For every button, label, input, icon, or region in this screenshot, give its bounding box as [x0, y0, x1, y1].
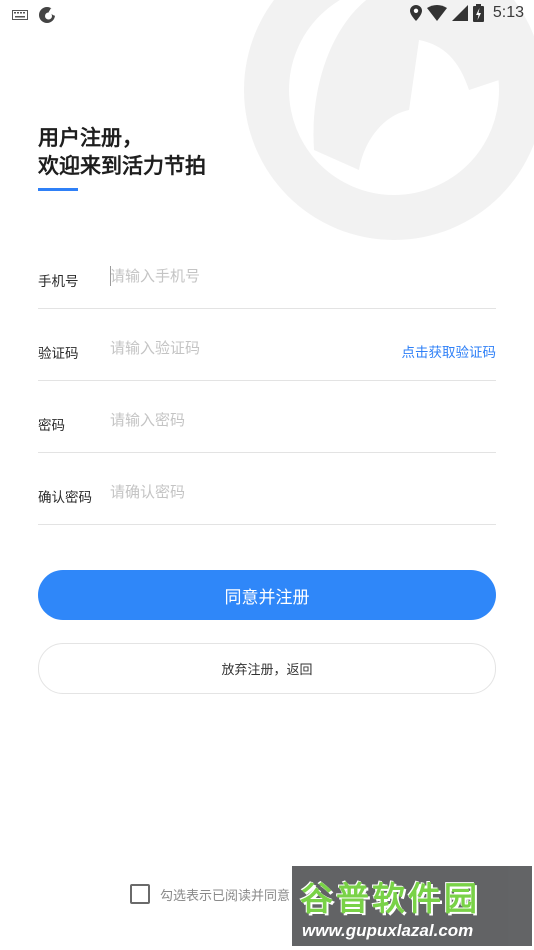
- phone-label: 手机号: [38, 274, 79, 290]
- confirm-password-label: 确认密码: [38, 490, 92, 506]
- status-bar: 5:13: [0, 0, 534, 28]
- page-title: 用户注册， 欢迎来到活力节拍: [38, 124, 206, 180]
- phone-input[interactable]: [110, 261, 380, 291]
- register-button[interactable]: 同意并注册: [38, 570, 496, 620]
- password-label: 密码: [38, 418, 65, 434]
- get-code-button[interactable]: 点击获取验证码: [402, 341, 497, 361]
- title-underline: [38, 188, 78, 191]
- back-button[interactable]: 放弃注册，返回: [38, 643, 496, 694]
- code-label: 验证码: [38, 346, 79, 362]
- watermark-title: 谷普软件园: [300, 879, 480, 918]
- watermark-url: www.gupuxlazal.com: [302, 921, 474, 940]
- wifi-icon: [426, 5, 447, 21]
- location-icon: [409, 5, 422, 21]
- app-logo-watermark-icon: [244, 0, 534, 240]
- title-line-2: 欢迎来到活力节拍: [38, 154, 206, 178]
- register-screen: 5:13 用户注册， 欢迎来到活力节拍 手机号 验证码 点击获取验证码 密码 确…: [0, 0, 534, 950]
- title-line-1: 用户注册，: [38, 126, 143, 150]
- confirm-password-row: 确认密码: [38, 452, 496, 525]
- confirm-password-input[interactable]: [110, 477, 380, 507]
- text-cursor: [110, 266, 111, 286]
- site-watermark: 谷普软件园 www.gupuxlazal.com: [292, 866, 532, 946]
- keyboard-icon: [12, 10, 28, 20]
- agreement-text: 勾选表示已阅读并同意: [160, 888, 291, 904]
- clock-time: 5:13: [492, 4, 524, 21]
- password-input[interactable]: [110, 405, 380, 435]
- battery-icon: [472, 4, 484, 22]
- agreement-checkbox[interactable]: [130, 884, 150, 904]
- phone-row: 手机号: [38, 236, 496, 309]
- agreement-row: 勾选表示已阅读并同意: [130, 884, 290, 904]
- sync-icon: [39, 7, 56, 23]
- code-row: 验证码 点击获取验证码: [38, 308, 496, 381]
- password-row: 密码: [38, 380, 496, 453]
- signal-icon: [451, 5, 468, 21]
- code-input[interactable]: [110, 333, 380, 363]
